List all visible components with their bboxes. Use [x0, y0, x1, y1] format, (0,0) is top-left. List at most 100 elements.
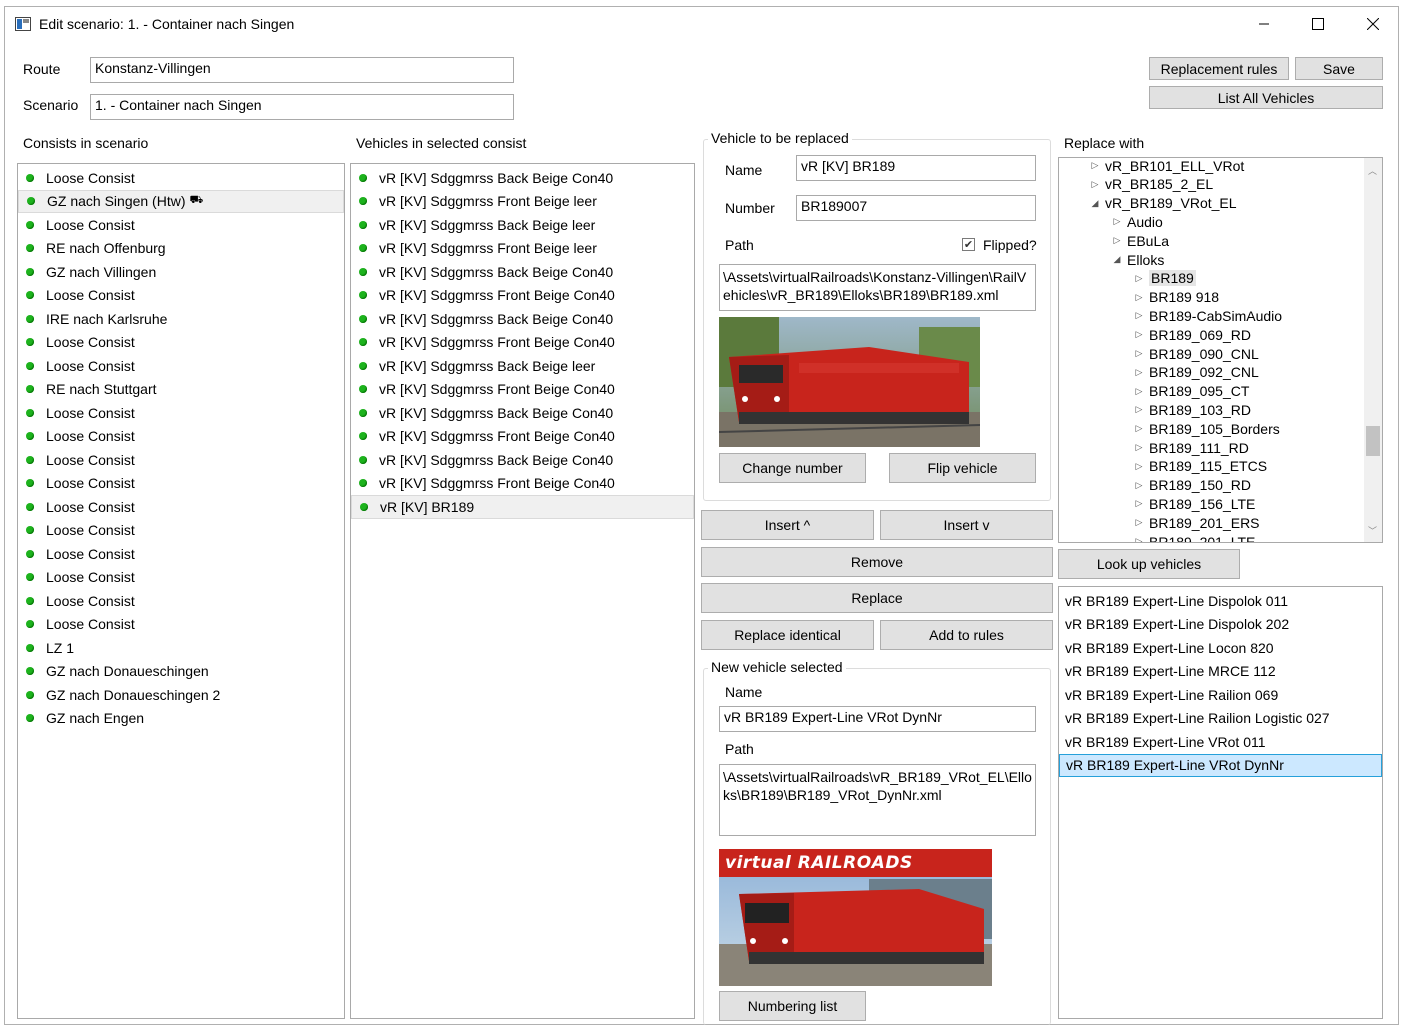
consist-item[interactable]: Loose Consist	[18, 448, 344, 472]
replace-name-field[interactable]: vR [KV] BR189	[796, 155, 1036, 181]
collapsed-arrow-icon[interactable]: ▷	[1111, 216, 1123, 227]
consist-item[interactable]: GZ nach Singen (Htw) ⛟	[18, 189, 344, 213]
replace-button[interactable]: Replace	[701, 583, 1053, 613]
scroll-up-icon[interactable]: ︿	[1368, 164, 1377, 177]
new-name-field[interactable]: vR BR189 Expert-Line VRot DynNr	[719, 706, 1036, 732]
result-item[interactable]: vR BR189 Expert-Line VRot 011	[1059, 730, 1382, 754]
flip-vehicle-button[interactable]: Flip vehicle	[889, 453, 1036, 483]
consist-item[interactable]: IRE nach Karlsruhe	[18, 307, 344, 331]
scrollbar-thumb[interactable]	[1366, 426, 1380, 456]
list-all-vehicles-button[interactable]: List All Vehicles	[1149, 86, 1383, 109]
route-field[interactable]: Konstanz-Villingen	[90, 57, 514, 83]
vehicle-item[interactable]: vR [KV] Sdggmrss Back Beige leer	[351, 354, 694, 378]
insert-up-button[interactable]: Insert ^	[701, 510, 874, 540]
vehicle-item[interactable]: vR [KV] Sdggmrss Back Beige Con40	[351, 448, 694, 472]
consist-item[interactable]: Loose Consist	[18, 401, 344, 425]
flipped-checkbox[interactable]: ✔	[962, 238, 975, 251]
save-button[interactable]: Save	[1295, 57, 1383, 80]
consist-item[interactable]: Loose Consist	[18, 213, 344, 237]
tree-node[interactable]: ▷ BR189_095_CT	[1133, 382, 1250, 401]
consist-item[interactable]: LZ 1	[18, 636, 344, 660]
replacement-rules-button[interactable]: Replacement rules	[1149, 57, 1289, 80]
result-item[interactable]: vR BR189 Expert-Line VRot DynNr	[1059, 753, 1382, 777]
result-item[interactable]: vR BR189 Expert-Line Dispolok 011	[1059, 589, 1382, 613]
consists-list[interactable]: Loose Consist GZ nach Singen (Htw) ⛟ Loose…	[17, 163, 345, 1019]
new-path-field[interactable]: \Assets\virtualRailroads\vR_BR189_VRot_E…	[719, 764, 1036, 836]
vehicle-item[interactable]: vR [KV] Sdggmrss Front Beige leer	[351, 237, 694, 261]
collapsed-arrow-icon[interactable]: ▷	[1111, 235, 1123, 246]
tree-node[interactable]: ◢ vR_BR189_VRot_EL	[1089, 194, 1237, 213]
tree-node[interactable]: ▷ BR189_156_LTE	[1133, 494, 1256, 513]
minimize-button[interactable]	[1241, 11, 1287, 37]
maximize-button[interactable]	[1295, 11, 1341, 37]
expanded-arrow-icon[interactable]: ◢	[1111, 254, 1123, 265]
consist-item[interactable]: Loose Consist	[18, 589, 344, 613]
vehicle-item[interactable]: vR [KV] Sdggmrss Front Beige Con40	[351, 331, 694, 355]
consist-item[interactable]: Loose Consist	[18, 495, 344, 519]
numbering-list-button[interactable]: Numbering list	[719, 991, 866, 1021]
collapsed-arrow-icon[interactable]: ▷	[1133, 292, 1145, 303]
vehicles-list[interactable]: vR [KV] Sdggmrss Back Beige Con40 vR [KV]…	[350, 163, 695, 1019]
remove-button[interactable]: Remove	[701, 547, 1053, 577]
look-up-vehicles-button[interactable]: Look up vehicles	[1058, 549, 1240, 579]
vehicle-item[interactable]: vR [KV] Sdggmrss Front Beige Con40	[351, 472, 694, 496]
collapsed-arrow-icon[interactable]: ▷	[1133, 310, 1145, 321]
consist-item[interactable]: GZ nach Donaueschingen	[18, 660, 344, 684]
consist-item[interactable]: GZ nach Villingen	[18, 260, 344, 284]
consist-item[interactable]: Loose Consist	[18, 566, 344, 590]
consist-item[interactable]: GZ nach Donaueschingen 2	[18, 683, 344, 707]
collapsed-arrow-icon[interactable]: ▷	[1133, 386, 1145, 397]
vehicle-item[interactable]: vR [KV] Sdggmrss Front Beige Con40	[351, 284, 694, 308]
vehicle-item[interactable]: vR [KV] Sdggmrss Back Beige Con40	[351, 401, 694, 425]
tree-node[interactable]: ▷ vR_BR185_2_EL	[1089, 175, 1214, 194]
consist-item[interactable]: Loose Consist	[18, 284, 344, 308]
tree-node[interactable]: ▷ vR_BR101_ELL_VRot	[1089, 158, 1245, 175]
consist-item[interactable]: Loose Consist	[18, 542, 344, 566]
vehicle-item[interactable]: vR [KV] BR189	[351, 495, 694, 519]
result-item[interactable]: vR BR189 Expert-Line MRCE 112	[1059, 660, 1382, 684]
tree-node[interactable]: ▷ Audio	[1111, 212, 1163, 231]
collapsed-arrow-icon[interactable]: ▷	[1133, 480, 1145, 491]
scroll-down-icon[interactable]: ﹀	[1368, 524, 1377, 537]
results-list[interactable]: vR BR189 Expert-Line Dispolok 011 vR BR18…	[1058, 586, 1383, 1019]
tree-node[interactable]: ▷ BR189_201_LTE	[1133, 532, 1256, 543]
tree-node[interactable]: ◢ Elloks	[1111, 250, 1165, 269]
vehicle-item[interactable]: vR [KV] Sdggmrss Front Beige Con40	[351, 425, 694, 449]
result-item[interactable]: vR BR189 Expert-Line Railion 069	[1059, 683, 1382, 707]
tree-node[interactable]: ▷ BR189	[1133, 269, 1196, 288]
consist-item[interactable]: Loose Consist	[18, 354, 344, 378]
change-number-button[interactable]: Change number	[719, 453, 866, 483]
collapsed-arrow-icon[interactable]: ▷	[1089, 160, 1101, 171]
replace-path-field[interactable]: \Assets\virtualRailroads\Konstanz-Villin…	[719, 264, 1036, 311]
collapsed-arrow-icon[interactable]: ▷	[1089, 179, 1101, 190]
consist-item[interactable]: Loose Consist	[18, 472, 344, 496]
collapsed-arrow-icon[interactable]: ▷	[1133, 517, 1145, 528]
collapsed-arrow-icon[interactable]: ▷	[1133, 423, 1145, 434]
result-item[interactable]: vR BR189 Expert-Line Locon 820	[1059, 636, 1382, 660]
insert-down-button[interactable]: Insert v	[880, 510, 1053, 540]
tree-node[interactable]: ▷ BR189-CabSimAudio	[1133, 306, 1283, 325]
scenario-field[interactable]: 1. - Container nach Singen	[90, 94, 514, 120]
consist-item[interactable]: GZ nach Engen	[18, 707, 344, 731]
tree-node[interactable]: ▷ BR189_201_ERS	[1133, 513, 1260, 532]
tree-node[interactable]: ▷ BR189_111_RD	[1133, 438, 1249, 457]
tree-node[interactable]: ▷ BR189_103_RD	[1133, 400, 1251, 419]
tree-node[interactable]: ▷ BR189 918	[1133, 288, 1220, 307]
vehicle-item[interactable]: vR [KV] Sdggmrss Front Beige Con40	[351, 378, 694, 402]
tree-node[interactable]: ▷ BR189_150_RD	[1133, 476, 1251, 495]
collapsed-arrow-icon[interactable]: ▷	[1133, 442, 1145, 453]
consist-item[interactable]: RE nach Offenburg	[18, 237, 344, 261]
replace-number-field[interactable]: BR189007	[796, 195, 1036, 221]
collapsed-arrow-icon[interactable]: ▷	[1133, 329, 1145, 340]
collapsed-arrow-icon[interactable]: ▷	[1133, 404, 1145, 415]
vehicle-tree[interactable]: ︿ ﹀ ▷ vR_BR101_ELL_VRot ▷ vR_BR185_2_EL ◢ vR_…	[1058, 157, 1383, 543]
result-item[interactable]: vR BR189 Expert-Line Railion Logistic 02…	[1059, 707, 1382, 731]
tree-node[interactable]: ▷ BR189_090_CNL	[1133, 344, 1259, 363]
tree-node[interactable]: ▷ EBuLa	[1111, 231, 1170, 250]
consist-item[interactable]: Loose Consist	[18, 519, 344, 543]
consist-item[interactable]: Loose Consist	[18, 613, 344, 637]
consist-item[interactable]: Loose Consist	[18, 166, 344, 190]
collapsed-arrow-icon[interactable]: ▷	[1133, 498, 1145, 509]
consist-item[interactable]: Loose Consist	[18, 331, 344, 355]
collapsed-arrow-icon[interactable]: ▷	[1133, 348, 1145, 359]
